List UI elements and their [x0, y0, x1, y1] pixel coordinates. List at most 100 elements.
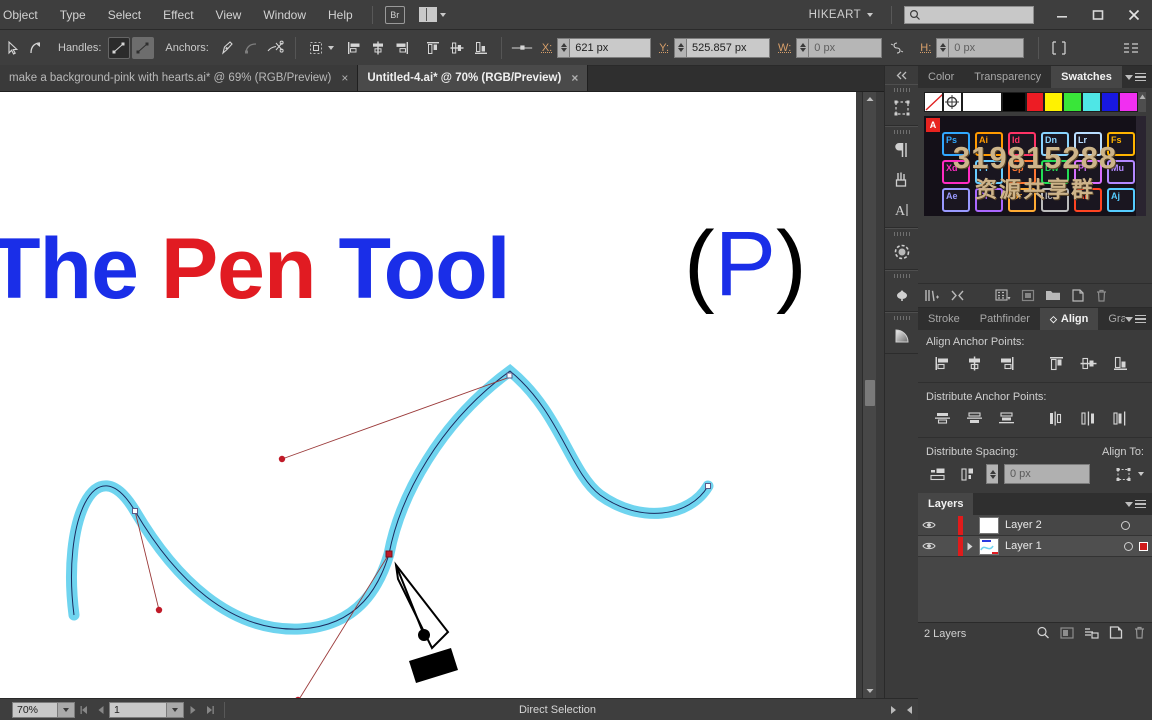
document-tab-2-close-icon[interactable]: × — [571, 71, 578, 85]
swatch-black[interactable] — [1002, 92, 1026, 112]
cut-path-button[interactable] — [264, 37, 286, 59]
first-artboard-button[interactable] — [75, 701, 92, 719]
menu-item-select[interactable]: Select — [97, 4, 152, 26]
zoom-level-dropdown[interactable] — [58, 701, 75, 718]
expand-panels-button[interactable] — [885, 66, 918, 84]
menu-item-window[interactable]: Window — [252, 4, 317, 26]
close-button[interactable] — [1116, 0, 1152, 30]
layer-name-1[interactable]: Layer 1 — [1005, 540, 1124, 552]
document-tab-1[interactable]: make a background-pink with hearts.ai* @… — [0, 65, 359, 91]
tab-stroke[interactable]: Stroke — [918, 308, 970, 330]
swatches-scrollbar[interactable] — [1138, 92, 1147, 112]
transform-handle-button[interactable] — [511, 37, 533, 59]
rail-button-symbols[interactable] — [885, 237, 919, 267]
swatch-cyan[interactable] — [1081, 92, 1101, 112]
align-center-vertical-button[interactable] — [446, 37, 468, 59]
swatch-yellow[interactable] — [1044, 92, 1064, 112]
rail-button-graphic-styles[interactable] — [885, 279, 919, 309]
anchor-point-end[interactable] — [705, 483, 711, 489]
y-stepper[interactable] — [674, 37, 687, 58]
layers-panel-menu-button[interactable] — [1125, 499, 1152, 509]
align-anchors-top-button[interactable] — [1041, 352, 1071, 374]
layer-visibility-toggle[interactable] — [918, 541, 940, 551]
swatch-red[interactable] — [1025, 92, 1045, 112]
distribute-anchors-center-v-button[interactable] — [959, 407, 989, 429]
align-panel-menu-button[interactable] — [1125, 314, 1152, 324]
swatch-none[interactable] — [924, 92, 943, 112]
swatch-blue[interactable] — [1100, 92, 1120, 112]
swatch-registration[interactable] — [942, 92, 962, 112]
anchor-point-selected[interactable] — [385, 550, 393, 558]
create-new-layer-icon[interactable] — [1109, 626, 1123, 642]
rail-button-brushes[interactable] — [885, 165, 919, 195]
horizontal-distribute-space-button[interactable] — [957, 463, 979, 485]
swatches-panel-menu-button[interactable] — [1125, 72, 1152, 82]
vertical-distribute-space-button[interactable] — [927, 463, 949, 485]
swatch-options-icon[interactable] — [1021, 289, 1035, 302]
scroll-down-button[interactable] — [863, 684, 876, 698]
align-anchors-left-button[interactable] — [927, 352, 957, 374]
menu-item-effect[interactable]: Effect — [152, 4, 204, 26]
next-artboard-button[interactable] — [184, 701, 201, 719]
swatch-white[interactable] — [961, 92, 1003, 112]
bounding-box-button[interactable] — [1048, 37, 1070, 59]
convert-to-smooth-button[interactable] — [132, 36, 155, 59]
menu-item-type[interactable]: Type — [49, 4, 97, 26]
align-top-button[interactable] — [422, 37, 444, 59]
canvas-vertical-scrollbar[interactable] — [862, 92, 876, 698]
artboard[interactable]: The Pen Tool (P) — [0, 92, 856, 698]
swatches-empty-area[interactable] — [918, 216, 1152, 284]
layer-row-1[interactable]: Layer 1 — [918, 536, 1152, 557]
swatch-magenta[interactable] — [1119, 92, 1139, 112]
tab-color[interactable]: Color — [918, 66, 964, 88]
align-anchors-center-h-button[interactable] — [959, 352, 989, 374]
spacing-field[interactable]: 0 px — [1004, 464, 1090, 484]
canvas-area[interactable]: The Pen Tool (P) — [0, 92, 876, 698]
document-tab-2[interactable]: Untitled-4.ai* @ 70% (RGB/Preview) × — [358, 65, 589, 91]
convert-anchor-point-button[interactable] — [216, 37, 238, 59]
artboard-dropdown[interactable] — [167, 701, 184, 718]
maximize-button[interactable] — [1080, 0, 1116, 30]
w-stepper[interactable] — [796, 37, 809, 58]
h-field[interactable]: 0 px — [948, 37, 1025, 58]
anchor-point-2[interactable] — [132, 508, 138, 514]
h-stepper[interactable] — [936, 37, 949, 58]
layer-selected-indicator[interactable] — [1139, 541, 1148, 551]
handle-point-1[interactable] — [278, 455, 286, 463]
status-menu-button[interactable] — [884, 701, 901, 719]
tab-layers[interactable]: Layers — [918, 493, 974, 515]
rail-button-paragraph[interactable] — [885, 135, 919, 165]
x-field[interactable]: 621 px — [569, 37, 652, 58]
align-anchors-center-v-button[interactable] — [1073, 352, 1103, 374]
align-to-control[interactable] — [1111, 463, 1144, 485]
remove-anchor-button[interactable] — [240, 37, 262, 59]
spacing-stepper[interactable] — [986, 464, 998, 484]
align-anchors-bottom-button[interactable] — [1105, 352, 1135, 374]
layer-target-indicator[interactable] — [1121, 520, 1130, 530]
rail-button-gradient[interactable] — [885, 321, 919, 351]
align-center-horizontal-button[interactable] — [367, 37, 389, 59]
new-swatch-icon[interactable] — [1071, 289, 1085, 302]
search-input[interactable] — [904, 5, 1034, 24]
new-swatch-group-icon[interactable] — [1045, 289, 1061, 302]
current-tool-label[interactable]: Direct Selection — [231, 704, 884, 716]
align-to-selection-button[interactable] — [1112, 463, 1134, 485]
menu-item-help[interactable]: Help — [317, 4, 364, 26]
previous-artboard-button[interactable] — [92, 701, 109, 719]
control-panel-menu-button[interactable] — [1120, 37, 1142, 59]
layer-expand-toggle[interactable] — [963, 542, 977, 551]
tab-gradient[interactable]: Gradient — [1098, 308, 1125, 330]
layer-target-indicator[interactable] — [1124, 541, 1133, 551]
handle-point-2[interactable] — [155, 606, 163, 614]
workspace-switcher[interactable]: HIKEART — [799, 9, 883, 21]
document-tab-1-close-icon[interactable]: × — [341, 71, 348, 85]
scroll-up-button[interactable] — [863, 92, 876, 106]
scrollbar-thumb[interactable] — [865, 380, 875, 406]
anchor-point-4[interactable] — [506, 372, 513, 379]
tab-align[interactable]: ◇ Align — [1039, 308, 1099, 330]
bridge-icon[interactable]: Br — [384, 5, 405, 24]
artboard-number-field[interactable]: 1 — [109, 701, 167, 718]
menu-item-view[interactable]: View — [205, 4, 253, 26]
layer-row-2[interactable]: Layer 2 — [918, 515, 1152, 536]
distribute-anchors-left-button[interactable] — [1041, 407, 1071, 429]
